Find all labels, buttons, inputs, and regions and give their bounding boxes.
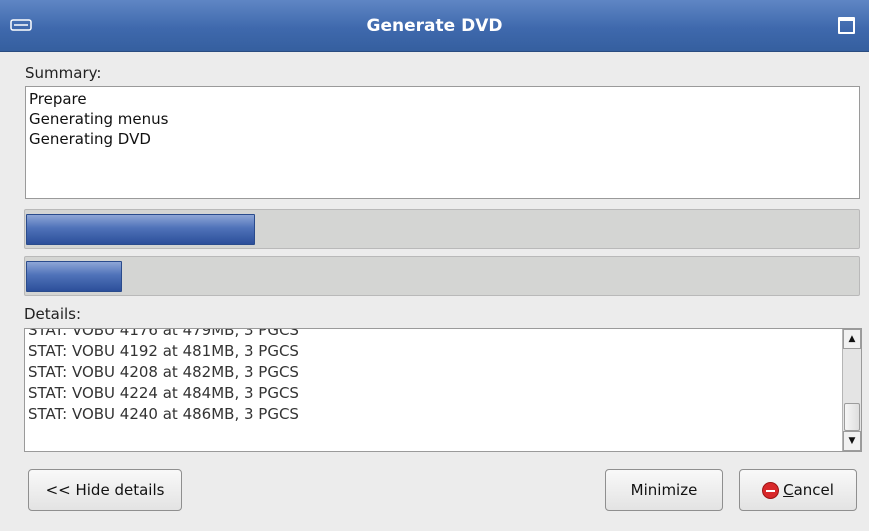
cancel-label: ancel bbox=[793, 481, 834, 499]
log-line: STAT: VOBU 4192 at 481MB, 3 PGCS bbox=[28, 342, 299, 360]
summary-line: Generating DVD bbox=[29, 130, 151, 148]
title-bar[interactable]: Generate DVD bbox=[0, 0, 869, 52]
details-scrollbar[interactable]: ▲ ▼ bbox=[842, 329, 861, 451]
summary-box: Prepare Generating menus Generating DVD bbox=[25, 86, 860, 199]
log-line: STAT: VOBU 4224 at 484MB, 3 PGCS bbox=[28, 384, 299, 402]
overall-progress-fill bbox=[26, 214, 255, 245]
scroll-down-arrow-icon[interactable]: ▼ bbox=[843, 431, 861, 451]
summary-line: Prepare bbox=[29, 90, 87, 108]
current-progress-fill bbox=[26, 261, 122, 292]
current-progress-bar bbox=[24, 256, 860, 296]
scroll-up-arrow-icon[interactable]: ▲ bbox=[843, 329, 861, 349]
details-label: Details: bbox=[24, 305, 82, 323]
maximize-icon[interactable] bbox=[838, 17, 855, 34]
overall-progress-bar bbox=[24, 209, 860, 249]
minimize-button[interactable]: Minimize bbox=[605, 469, 723, 511]
log-line: STAT: VOBU 4176 at 479MB, 3 PGCS bbox=[28, 328, 299, 339]
window-title: Generate DVD bbox=[366, 16, 503, 36]
summary-line: Generating menus bbox=[29, 110, 169, 128]
cancel-button[interactable]: Cancel bbox=[739, 469, 857, 511]
log-line: STAT: VOBU 4240 at 486MB, 3 PGCS bbox=[28, 405, 299, 423]
scroll-thumb[interactable] bbox=[844, 403, 860, 431]
log-line: STAT: VOBU 4208 at 482MB, 3 PGCS bbox=[28, 363, 299, 381]
hide-details-button[interactable]: << Hide details bbox=[28, 469, 182, 511]
summary-label: Summary: bbox=[25, 64, 102, 82]
cancel-mnemonic: C bbox=[783, 481, 794, 499]
details-log[interactable]: STAT: VOBU 4176 at 479MB, 3 PGCS STAT: V… bbox=[24, 328, 862, 452]
cancel-icon bbox=[762, 481, 780, 499]
